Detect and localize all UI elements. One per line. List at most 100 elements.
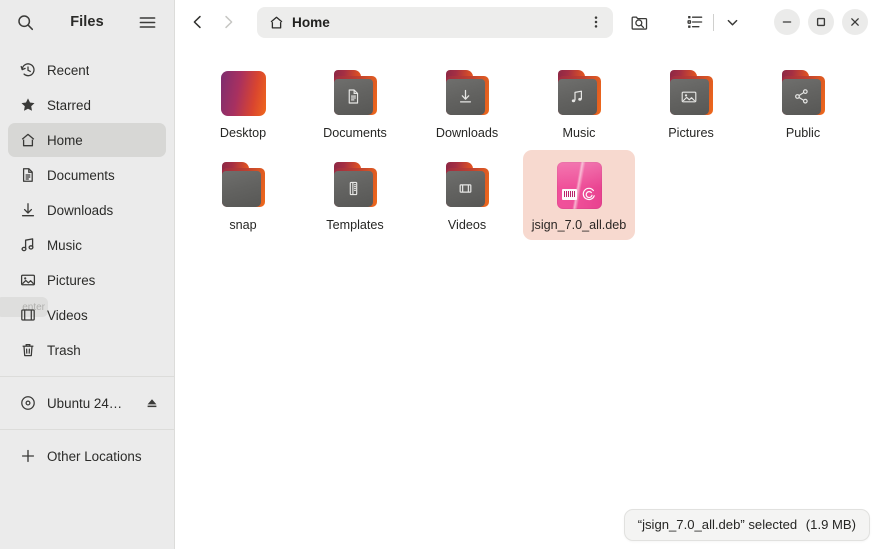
- file-item-label: Videos: [448, 218, 486, 233]
- file-item-label: Pictures: [668, 126, 714, 141]
- status-bar-wrap: “jsign_7.0_all.deb” selected (1.9 MB): [624, 509, 870, 541]
- sidebar-item-ubuntu-disc[interactable]: Ubuntu 24…: [8, 386, 166, 420]
- sidebar-item-label: Other Locations: [47, 449, 142, 464]
- window-controls: [774, 9, 868, 35]
- file-item-downloads[interactable]: Downloads: [411, 58, 523, 148]
- document-icon: [19, 167, 36, 184]
- status-bar: “jsign_7.0_all.deb” selected (1.9 MB): [624, 509, 870, 541]
- download-arrow-icon: [457, 88, 474, 105]
- breadcrumb: Home: [292, 15, 330, 30]
- file-item-documents[interactable]: Documents: [299, 58, 411, 148]
- sidebar-item-documents[interactable]: Documents: [8, 158, 166, 192]
- sidebar-item-label: Music: [47, 238, 82, 253]
- header-bar: Home: [175, 0, 878, 44]
- folder-icon: [441, 67, 493, 119]
- toolbar-separator: [713, 14, 714, 31]
- file-item-label: Downloads: [436, 126, 498, 141]
- sidebar-item-label: Home: [47, 133, 83, 148]
- sidebar: Files enter Recent: [0, 0, 175, 549]
- file-item-snap[interactable]: snap: [187, 150, 299, 240]
- search-folder-icon[interactable]: [623, 6, 655, 38]
- debian-swirl-icon: [581, 186, 597, 202]
- download-arrow-icon: [19, 202, 36, 219]
- path-bar[interactable]: Home: [257, 7, 613, 38]
- share-nodes-icon: [793, 88, 810, 105]
- sidebar-item-pictures[interactable]: Pictures: [8, 263, 166, 297]
- search-icon[interactable]: [10, 7, 40, 37]
- debian-package-icon: [553, 159, 605, 211]
- main-area: Home: [175, 0, 878, 549]
- sidebar-item-downloads[interactable]: Downloads: [8, 193, 166, 227]
- maximize-button[interactable]: [808, 9, 834, 35]
- kebab-menu-icon[interactable]: [583, 9, 609, 35]
- sidebar-item-videos[interactable]: Videos: [8, 298, 166, 332]
- home-icon: [19, 132, 36, 149]
- clock-history-icon: [19, 62, 36, 79]
- home-icon: [269, 15, 284, 30]
- music-note-icon: [19, 237, 36, 254]
- sidebar-header: Files: [0, 0, 174, 44]
- files-window: Files enter Recent: [0, 0, 878, 549]
- document-icon: [345, 88, 362, 105]
- eject-icon[interactable]: [146, 397, 158, 409]
- sidebar-item-label: Downloads: [47, 203, 113, 218]
- sidebar-item-music[interactable]: Music: [8, 228, 166, 262]
- sidebar-item-label: Ubuntu 24…: [47, 396, 122, 411]
- plus-icon: [19, 448, 36, 465]
- file-item-label: Music: [563, 126, 596, 141]
- folder-icon: [329, 67, 381, 119]
- film-strip-icon: [457, 180, 474, 197]
- barcode-icon: [562, 189, 577, 200]
- music-note-icon: [569, 89, 585, 105]
- sidebar-item-label: Starred: [47, 98, 91, 113]
- chevron-left-icon[interactable]: [183, 7, 213, 37]
- sidebar-item-other-locations[interactable]: Other Locations: [8, 439, 166, 473]
- file-item-music[interactable]: Music: [523, 58, 635, 148]
- file-item-label: Public: [786, 126, 820, 141]
- file-item-label: Desktop: [220, 126, 266, 141]
- star-icon: [19, 97, 36, 114]
- selection-size-text: (1.9 MB): [806, 517, 856, 532]
- file-item-label: Templates: [326, 218, 383, 233]
- close-button[interactable]: [842, 9, 868, 35]
- sidebar-divider-2: [0, 429, 174, 430]
- hamburger-menu-icon[interactable]: [132, 7, 162, 37]
- chevron-right-icon[interactable]: [213, 7, 243, 37]
- file-item-desktop[interactable]: Desktop: [187, 58, 299, 148]
- folder-icon: [441, 159, 493, 211]
- file-item-label: Documents: [323, 126, 387, 141]
- sidebar-divider-1: [0, 376, 174, 377]
- file-item-public[interactable]: Public: [747, 58, 859, 148]
- sidebar-item-label: Pictures: [47, 273, 95, 288]
- sidebar-item-trash[interactable]: Trash: [8, 333, 166, 367]
- file-item-pictures[interactable]: Pictures: [635, 58, 747, 148]
- folder-icon: [217, 159, 269, 211]
- sidebar-item-starred[interactable]: Starred: [8, 88, 166, 122]
- folder-icon: [665, 67, 717, 119]
- file-view[interactable]: Desktop Docu: [175, 44, 878, 549]
- file-item-templates[interactable]: Templates: [299, 150, 411, 240]
- file-item-label: snap: [229, 218, 256, 233]
- chevron-down-icon[interactable]: [716, 6, 748, 38]
- view-mode-group: [679, 6, 748, 38]
- file-item-videos[interactable]: Videos: [411, 150, 523, 240]
- file-item-label: jsign_7.0_all.deb: [532, 218, 627, 233]
- sidebar-item-home[interactable]: Home: [8, 123, 166, 157]
- sidebar-item-label: Trash: [47, 343, 81, 358]
- sidebar-item-label: Documents: [47, 168, 115, 183]
- folder-icon: [553, 67, 605, 119]
- sidebar-item-recent[interactable]: Recent: [8, 53, 166, 87]
- image-icon: [19, 272, 36, 289]
- disc-icon: [19, 395, 36, 412]
- desktop-gradient-icon: [217, 67, 269, 119]
- selection-status-text: “jsign_7.0_all.deb” selected: [638, 517, 797, 532]
- minimize-button[interactable]: [774, 9, 800, 35]
- image-icon: [680, 88, 698, 106]
- folder-icon: [329, 159, 381, 211]
- trash-icon: [19, 342, 36, 359]
- file-item-jsign-deb[interactable]: jsign_7.0_all.deb: [523, 150, 635, 240]
- icon-grid: Desktop Docu: [187, 58, 868, 242]
- folder-icon: [777, 67, 829, 119]
- sidebar-places-list: Recent Starred Home: [0, 44, 174, 474]
- list-view-icon[interactable]: [679, 6, 711, 38]
